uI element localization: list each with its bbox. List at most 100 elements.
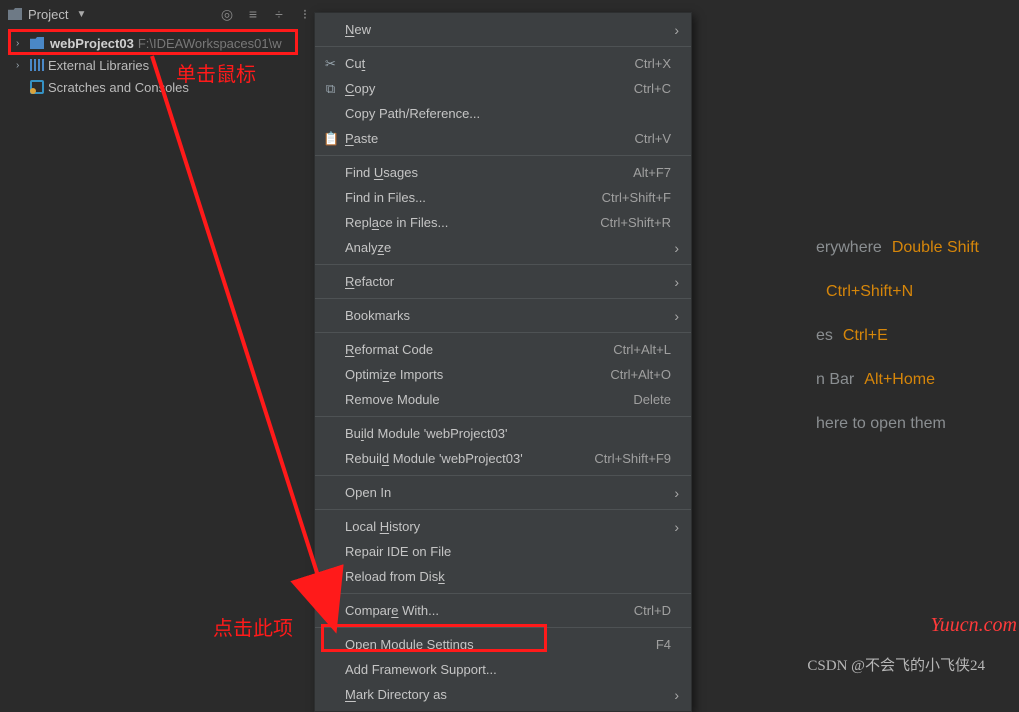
menu-item[interactable]: Optimize Imports Ctrl+Alt+O [315,362,691,387]
chevron-right-icon[interactable]: › [16,60,26,71]
menu-item-label: Optimize Imports [345,367,443,382]
menu-item[interactable]: Replace in Files...Ctrl+Shift+R [315,210,691,235]
menu-item-label: Replace in Files... [345,215,448,230]
welcome-text: here to open them [816,402,946,446]
chevron-right-icon[interactable]: › [16,38,26,49]
annotation-hint-label: 点击此项 [213,612,293,641]
menu-item[interactable]: Refactor [315,269,691,294]
menu-item-label: Repair IDE on File [345,544,451,559]
menu-item[interactable]: 📋 Paste Ctrl+V [315,126,691,151]
menu-item-shortcut: Ctrl+V [635,131,671,146]
menu-item[interactable]: Remove Module Delete [315,387,691,412]
menu-item-label: Remove Module [345,392,440,407]
menu-item-label: Open In [345,485,391,500]
menu-item-icon: ⎌ [323,603,338,619]
collapse-icon[interactable]: ÷ [272,6,286,23]
menu-item-label: Find Usages [345,165,418,180]
welcome-hints: erywhereDouble ShiftCtrl+Shift+NesCtrl+E… [816,226,979,446]
welcome-text: n Bar [816,358,854,402]
menu-item[interactable]: ⎌Compare With...Ctrl+D [315,598,691,623]
menu-item-shortcut: Alt+F7 [633,165,671,180]
project-icon [8,8,22,20]
menu-separator [315,298,691,299]
welcome-shortcut: Ctrl+Shift+N [826,270,913,314]
scratches-label: Scratches and Consoles [48,80,189,95]
menu-item-label: Refactor [345,274,394,289]
chevron-down-icon[interactable]: ▼ [74,9,86,20]
menu-item[interactable]: Copy Path/Reference... [315,101,691,126]
menu-item[interactable]: Open Module Settings F4 [315,632,691,657]
menu-item[interactable]: Find Usages Alt+F7 [315,160,691,185]
menu-separator [315,475,691,476]
menu-item-shortcut: Delete [633,392,671,407]
menu-item[interactable]: Mark Directory as [315,682,691,707]
menu-separator [315,627,691,628]
menu-item[interactable]: Rebuild Module 'webProject03' Ctrl+Shift+… [315,446,691,471]
menu-item[interactable]: Find in Files...Ctrl+Shift+F [315,185,691,210]
project-name: webProject03 [50,36,134,51]
menu-item-icon: ↻ [323,569,338,585]
context-menu: New ✂ Cut Ctrl+X ⧉ Copy Ctrl+C Copy Path/Refere… [314,12,692,712]
external-libraries-label: External Libraries [48,58,149,73]
project-path: F:\IDEAWorkspaces01\w [138,36,282,51]
menu-item[interactable]: Analyze [315,235,691,260]
menu-item[interactable]: ✂ Cut Ctrl+X [315,51,691,76]
menu-item-label: Reload from Disk [345,569,445,584]
menu-item[interactable]: ↻ Reload from Disk [315,564,691,589]
panel-title: Project [28,7,68,22]
tree-row-scratches[interactable]: › Scratches and Consoles [8,76,318,98]
menu-item-label: Copy Path/Reference... [345,106,480,121]
project-tree: › webProject03 F:\IDEAWorkspaces01\w › E… [8,28,318,98]
libraries-icon [30,59,44,71]
welcome-text: erywhere [816,226,882,270]
welcome-line: Ctrl+Shift+N [816,270,979,314]
menu-item[interactable]: Repair IDE on File [315,539,691,564]
menu-item-label: Reformat Code [345,342,433,357]
watermark-site: Yuucn.com [931,614,1017,637]
menu-item-shortcut: Ctrl+X [635,56,671,71]
menu-item-label: Open Module Settings [345,637,474,652]
menu-item[interactable]: ⧉ Copy Ctrl+C [315,76,691,101]
menu-item-shortcut: Ctrl+Shift+F9 [594,451,671,466]
welcome-shortcut: Ctrl+E [843,314,888,358]
menu-item-shortcut: Ctrl+D [634,603,671,618]
menu-separator [315,332,691,333]
menu-item-shortcut: Ctrl+Alt+O [610,367,671,382]
menu-item-shortcut: Ctrl+C [634,81,671,96]
panel-header-icons: ◎ ≡ ÷ ⁝ [220,6,318,23]
menu-item-icon: 📋 [323,131,338,147]
target-icon[interactable]: ◎ [220,6,234,23]
menu-item-label: Bookmarks [345,308,410,323]
welcome-shortcut: Alt+Home [864,358,935,402]
menu-separator [315,416,691,417]
menu-item-label: Add Framework Support... [345,662,497,677]
menu-item[interactable]: New [315,17,691,42]
menu-item-label: Paste [345,131,378,146]
menu-item-label: Rebuild Module 'webProject03' [345,451,523,466]
settings-icon[interactable]: ⁝ [298,6,312,23]
menu-item-label: Copy [345,81,375,96]
menu-item-label: Cut [345,56,365,71]
menu-item[interactable]: Open In [315,480,691,505]
menu-item[interactable]: Local History [315,514,691,539]
menu-item-label: Mark Directory as [345,687,447,702]
menu-separator [315,509,691,510]
project-panel-header[interactable]: Project ▼ ◎ ≡ ÷ ⁝ [8,0,318,28]
filter-icon[interactable]: ≡ [246,6,260,23]
welcome-line: n Bar Alt+Home [816,358,979,402]
watermark-csdn: CSDN @不会飞的小飞侠24 [807,654,985,675]
welcome-line: erywhereDouble Shift [816,226,979,270]
menu-item-label: Local History [345,519,420,534]
menu-item[interactable]: Reformat Code Ctrl+Alt+L [315,337,691,362]
tree-row-project[interactable]: › webProject03 F:\IDEAWorkspaces01\w [8,32,318,54]
menu-separator [315,46,691,47]
menu-item[interactable]: Bookmarks [315,303,691,328]
menu-item[interactable]: Add Framework Support... [315,657,691,682]
tree-row-external-libraries[interactable]: › External Libraries [8,54,318,76]
scratches-icon [30,80,44,94]
menu-item-shortcut: F4 [656,637,671,652]
menu-item-icon: ⧉ [323,81,338,97]
menu-item-shortcut: Ctrl+Alt+L [613,342,671,357]
menu-item-icon: ✂ [323,56,338,72]
menu-item[interactable]: Build Module 'webProject03' [315,421,691,446]
